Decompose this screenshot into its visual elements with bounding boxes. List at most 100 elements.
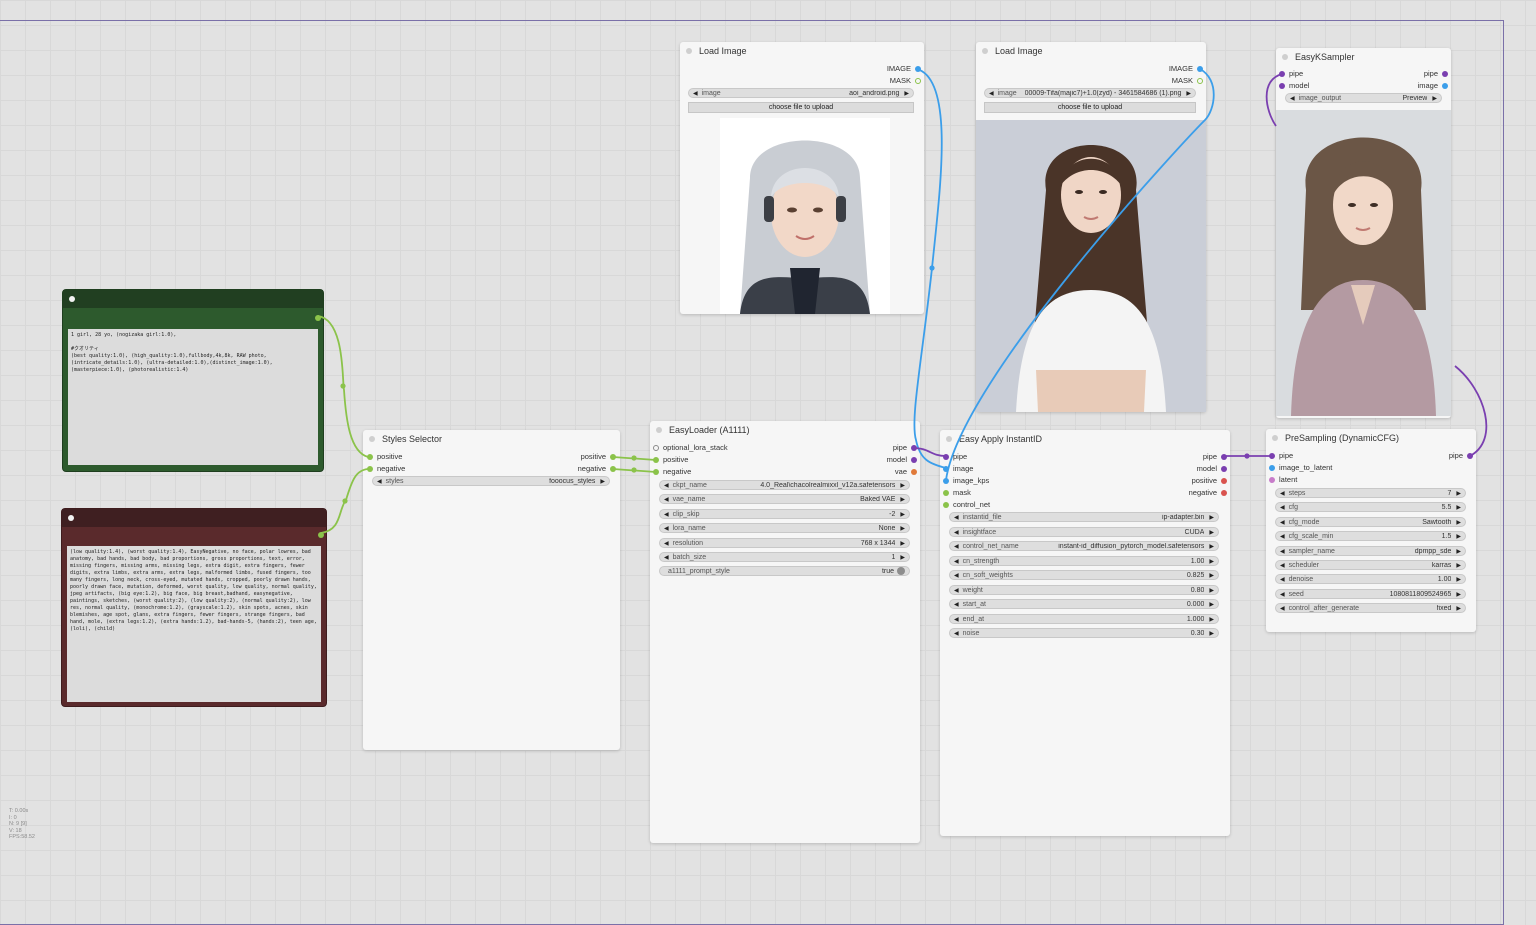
node-title-bar[interactable]: EasyKSampler bbox=[1276, 48, 1451, 66]
arrow-left-icon[interactable]: ◀ bbox=[954, 601, 959, 608]
node-title-bar[interactable]: PreSampling (DynamicCFG) bbox=[1266, 429, 1476, 447]
arrow-left-icon[interactable]: ◀ bbox=[954, 572, 959, 579]
arrow-left-icon[interactable]: ◀ bbox=[664, 554, 669, 561]
arrow-right-icon[interactable]: ▶ bbox=[1456, 605, 1461, 612]
arrow-right-icon[interactable]: ▶ bbox=[1209, 601, 1214, 608]
input-pin-icon[interactable] bbox=[943, 502, 949, 508]
arrow-left-icon[interactable]: ◀ bbox=[954, 543, 959, 550]
output-pin-icon[interactable] bbox=[318, 532, 324, 538]
negative-prompt-node[interactable]: (low quality:1.4), (worst quality:1.4), … bbox=[61, 508, 327, 707]
output-pin-icon[interactable] bbox=[1442, 71, 1448, 77]
arrow-left-icon[interactable]: ◀ bbox=[377, 478, 382, 485]
presampling-node[interactable]: PreSampling (DynamicCFG) pipe image_to_l… bbox=[1266, 429, 1476, 632]
easy-apply-instantid-node[interactable]: Easy Apply InstantID pipe image image_kp… bbox=[940, 430, 1230, 836]
styles-selector-node[interactable]: Styles Selector positive negative positi… bbox=[363, 430, 620, 750]
easy-ksampler-node[interactable]: EasyKSampler pipe model pipe image ◀ imag… bbox=[1276, 48, 1451, 418]
cfg-number[interactable]: ◀ cfg 5.5 ▶ bbox=[1275, 502, 1466, 512]
output-pin-icon[interactable] bbox=[915, 66, 921, 72]
load-image-node-2[interactable]: Load Image IMAGE MASK ◀ image 00009-Tifa(m… bbox=[976, 42, 1206, 412]
input-pin-icon[interactable] bbox=[943, 454, 949, 460]
output-pin-icon[interactable] bbox=[1197, 78, 1203, 84]
arrow-left-icon[interactable]: ◀ bbox=[1280, 533, 1285, 540]
denoise-number[interactable]: ◀ denoise 1.00 ▶ bbox=[1275, 574, 1466, 584]
arrow-right-icon[interactable]: ▶ bbox=[900, 496, 905, 503]
arrow-right-icon[interactable]: ▶ bbox=[1209, 587, 1214, 594]
arrow-left-icon[interactable]: ◀ bbox=[664, 482, 669, 489]
output-pin-icon[interactable] bbox=[915, 78, 921, 84]
output-pin-icon[interactable] bbox=[1221, 478, 1227, 484]
collapse-dot-icon[interactable] bbox=[656, 427, 662, 433]
cn-soft-weights-number[interactable]: ◀ cn_soft_weights 0.825 ▶ bbox=[949, 570, 1219, 580]
arrow-left-icon[interactable]: ◀ bbox=[1280, 605, 1285, 612]
arrow-right-icon[interactable]: ▶ bbox=[1456, 562, 1461, 569]
output-pin-icon[interactable] bbox=[911, 457, 917, 463]
input-pin-icon[interactable] bbox=[367, 454, 373, 460]
upload-button[interactable]: choose file to upload bbox=[688, 102, 914, 113]
arrow-right-icon[interactable]: ▶ bbox=[1209, 529, 1214, 536]
batch-size-number[interactable]: ◀ batch_size 1 ▶ bbox=[659, 552, 910, 562]
resolution-combo[interactable]: ◀ resolution 768 x 1344 ▶ bbox=[659, 538, 910, 548]
output-pin-icon[interactable] bbox=[1197, 66, 1203, 72]
input-pin-icon[interactable] bbox=[1269, 477, 1275, 483]
arrow-right-icon[interactable]: ▶ bbox=[1209, 630, 1214, 637]
arrow-right-icon[interactable]: ▶ bbox=[1209, 572, 1214, 579]
arrow-left-icon[interactable]: ◀ bbox=[1280, 504, 1285, 511]
input-pin-icon[interactable] bbox=[1269, 453, 1275, 459]
arrow-left-icon[interactable]: ◀ bbox=[954, 529, 959, 536]
output-pin-icon[interactable] bbox=[1467, 453, 1473, 459]
input-pin-icon[interactable] bbox=[1279, 71, 1285, 77]
arrow-left-icon[interactable]: ◀ bbox=[664, 540, 669, 547]
arrow-left-icon[interactable]: ◀ bbox=[1290, 95, 1295, 102]
output-pin-icon[interactable] bbox=[911, 445, 917, 451]
upload-button[interactable]: choose file to upload bbox=[984, 102, 1196, 113]
arrow-left-icon[interactable]: ◀ bbox=[989, 90, 994, 97]
output-pin-icon[interactable] bbox=[315, 315, 321, 321]
collapse-dot-icon[interactable] bbox=[946, 436, 952, 442]
output-pin-icon[interactable] bbox=[911, 469, 917, 475]
load-image-node-1[interactable]: Load Image IMAGE MASK ◀ image aoi_android.… bbox=[680, 42, 924, 314]
cfg-mode-combo[interactable]: ◀ cfg_mode Sawtooth ▶ bbox=[1275, 517, 1466, 527]
input-pin-icon[interactable] bbox=[1279, 83, 1285, 89]
a1111-prompt-style-toggle[interactable]: a1111_prompt_style true bbox=[659, 566, 910, 576]
arrow-right-icon[interactable]: ▶ bbox=[1456, 548, 1461, 555]
input-pin-icon[interactable] bbox=[653, 457, 659, 463]
arrow-left-icon[interactable]: ◀ bbox=[954, 616, 959, 623]
positive-prompt-node[interactable]: 1 girl, 28 yo, (nogizaka girl:1.0), #クオリ… bbox=[62, 289, 324, 472]
insightface-combo[interactable]: ◀ insightface CUDA ▶ bbox=[949, 527, 1219, 537]
end-at-number[interactable]: ◀ end_at 1.000 ▶ bbox=[949, 614, 1219, 624]
arrow-left-icon[interactable]: ◀ bbox=[1280, 519, 1285, 526]
cfg-scale-min-number[interactable]: ◀ cfg_scale_min 1.5 ▶ bbox=[1275, 531, 1466, 541]
lora-name-combo[interactable]: ◀ lora_name None ▶ bbox=[659, 523, 910, 533]
control-net-name-combo[interactable]: ◀ control_net_name instant-id_diffusion_py… bbox=[949, 541, 1219, 551]
input-pin-icon[interactable] bbox=[367, 466, 373, 472]
styles-combo[interactable]: ◀ styles fooocus_styles ▶ bbox=[372, 476, 610, 486]
scheduler-combo[interactable]: ◀ scheduler karras ▶ bbox=[1275, 560, 1466, 570]
easy-loader-node[interactable]: EasyLoader (A1111) optional_lora_stack p… bbox=[650, 421, 920, 843]
arrow-left-icon[interactable]: ◀ bbox=[1280, 562, 1285, 569]
arrow-right-icon[interactable]: ▶ bbox=[904, 90, 909, 97]
output-pin-icon[interactable] bbox=[1442, 83, 1448, 89]
cn-strength-number[interactable]: ◀ cn_strength 1.00 ▶ bbox=[949, 556, 1219, 566]
arrow-right-icon[interactable]: ▶ bbox=[1456, 576, 1461, 583]
image-combo[interactable]: ◀ image aoi_android.png ▶ bbox=[688, 88, 914, 98]
start-at-number[interactable]: ◀ start_at 0.000 ▶ bbox=[949, 599, 1219, 609]
weight-number[interactable]: ◀ weight 0.80 ▶ bbox=[949, 585, 1219, 595]
arrow-right-icon[interactable]: ▶ bbox=[1209, 543, 1214, 550]
input-pin-icon[interactable] bbox=[653, 445, 659, 451]
arrow-right-icon[interactable]: ▶ bbox=[1456, 504, 1461, 511]
node-title-bar[interactable]: Styles Selector bbox=[363, 430, 620, 448]
arrow-right-icon[interactable]: ▶ bbox=[1456, 519, 1461, 526]
input-pin-icon[interactable] bbox=[1269, 465, 1275, 471]
arrow-right-icon[interactable]: ▶ bbox=[1209, 558, 1214, 565]
arrow-left-icon[interactable]: ◀ bbox=[1280, 490, 1285, 497]
arrow-left-icon[interactable]: ◀ bbox=[664, 511, 669, 518]
arrow-right-icon[interactable]: ▶ bbox=[1456, 490, 1461, 497]
arrow-left-icon[interactable]: ◀ bbox=[693, 90, 698, 97]
arrow-left-icon[interactable]: ◀ bbox=[664, 525, 669, 532]
ckpt-name-combo[interactable]: ◀ ckpt_name 4.0_Real\chacolrealmixxl_v12a.… bbox=[659, 480, 910, 490]
arrow-left-icon[interactable]: ◀ bbox=[954, 514, 959, 521]
negative-prompt-textarea[interactable]: (low quality:1.4), (worst quality:1.4), … bbox=[67, 546, 321, 702]
arrow-left-icon[interactable]: ◀ bbox=[1280, 576, 1285, 583]
clip-skip-number[interactable]: ◀ clip_skip -2 ▶ bbox=[659, 509, 910, 519]
collapse-dot-icon[interactable] bbox=[369, 436, 375, 442]
